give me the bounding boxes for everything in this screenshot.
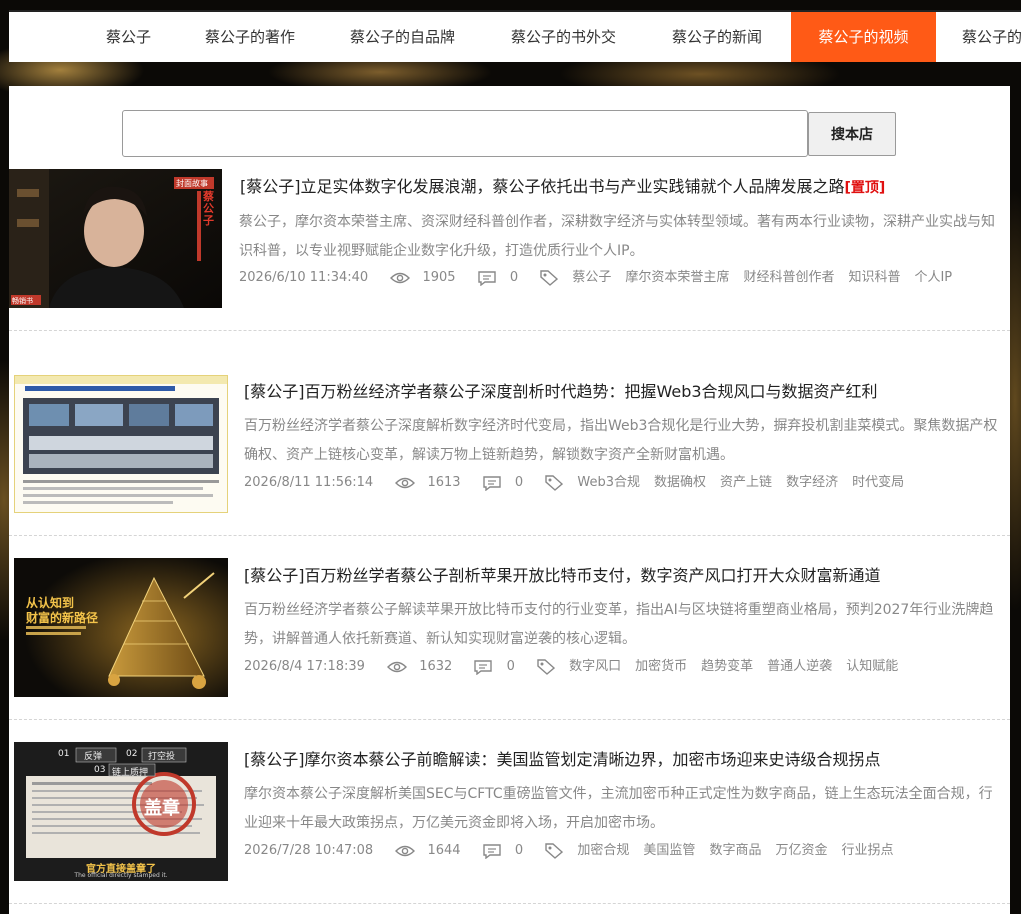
view-count: 1613 bbox=[427, 475, 461, 490]
article-thumbnail[interactable]: 从认知到 财富的新路径 bbox=[14, 558, 228, 697]
tag-link[interactable]: 认知赋能 bbox=[846, 658, 898, 676]
tag-link[interactable]: 数字风口 bbox=[569, 658, 621, 676]
article-divider bbox=[9, 330, 1010, 331]
article-divider bbox=[9, 903, 1010, 904]
search-input[interactable] bbox=[122, 110, 808, 157]
comment-count: 0 bbox=[506, 659, 515, 674]
tag-link[interactable]: 普通人逆袭 bbox=[767, 658, 832, 676]
search-button[interactable]: 搜本店 bbox=[808, 112, 896, 156]
comment-count: 0 bbox=[514, 475, 524, 490]
content-panel: 搜本店 封面故事 蔡公子 畅销书 [蔡公子]立足实体数字化发展浪潮，蔡公子依托出… bbox=[9, 86, 1010, 914]
view-count: 1905 bbox=[422, 270, 456, 285]
thumb-headline: 从认知到 财富的新路径 bbox=[26, 596, 99, 625]
eye-icon bbox=[395, 845, 416, 857]
tag-icon bbox=[545, 843, 564, 859]
comment-icon bbox=[483, 475, 501, 491]
thumb-cover-label: 封面故事 bbox=[176, 179, 208, 188]
article-meta: 2026/7/28 10:47:08 1644 0 加密合规 美国监管 数字商品 万亿… bbox=[244, 842, 907, 860]
comment-icon bbox=[478, 270, 496, 286]
article-thumbnail[interactable]: 封面故事 蔡公子 畅销书 bbox=[9, 169, 222, 308]
tag-icon bbox=[540, 270, 559, 286]
article-divider bbox=[9, 535, 1010, 536]
tag-link[interactable]: 加密合规 bbox=[577, 842, 629, 860]
article-summary: 摩尔资本蔡公子深度解析美国SEC与CFTC重磅监管文件，主流加密币种正式定性为数… bbox=[244, 786, 993, 831]
thumb-step-label: 链上质押 bbox=[112, 768, 149, 778]
article-summary: 百万粉丝经济学者蔡公子深度解析数字经济时代变局，指出Web3合规化是行业大势，摒… bbox=[244, 418, 998, 463]
nav-item-more[interactable]: 蔡公子的 bbox=[962, 12, 1021, 62]
tag-link[interactable]: 趋势变革 bbox=[701, 658, 753, 676]
thumb-caption-en: The official directly stamped it. bbox=[74, 872, 168, 879]
tag-link[interactable]: 摩尔资本荣誉主席 bbox=[625, 269, 729, 287]
tag-link[interactable]: Web3合规 bbox=[577, 474, 640, 492]
eye-icon bbox=[395, 477, 416, 489]
eye-icon bbox=[390, 272, 411, 284]
view-count: 1644 bbox=[427, 843, 461, 858]
comment-count: 0 bbox=[509, 270, 519, 285]
article-title[interactable]: [蔡公子]立足实体数字化发展浪潮，蔡公子依托出书与产业实践铺就个人品牌发展之路[… bbox=[240, 173, 885, 197]
nav-item-works[interactable]: 蔡公子的著作 bbox=[205, 12, 295, 62]
article-summary: 蔡公子，摩尔资本荣誉主席、资深财经科普创作者，深耕数字经济与实体转型领域。著有两… bbox=[239, 214, 995, 259]
article-thumbnail[interactable] bbox=[14, 375, 228, 513]
thumb-step-label: 打空投 bbox=[148, 752, 176, 762]
comment-icon bbox=[474, 659, 493, 675]
article-date: 2026/7/28 10:47:08 bbox=[244, 843, 374, 858]
eye-icon bbox=[387, 661, 408, 673]
nav-item-home[interactable]: 蔡公子 bbox=[106, 12, 151, 62]
thumb-bestseller-label: 畅销书 bbox=[12, 297, 33, 305]
tag-link[interactable]: 时代变局 bbox=[852, 474, 904, 492]
pinned-badge: [置顶] bbox=[844, 180, 886, 196]
nav-item-brand[interactable]: 蔡公子的自品牌 bbox=[350, 12, 455, 62]
thumb-step-number: 02 bbox=[126, 749, 138, 759]
top-nav: 蔡公子 蔡公子的著作 蔡公子的自品牌 蔡公子的书外交 蔡公子的新闻 蔡公子的视频… bbox=[9, 10, 1021, 62]
thumb-step-number: 03 bbox=[94, 765, 106, 775]
article-title[interactable]: [蔡公子]百万粉丝学者蔡公子剖析苹果开放比特币支付，数字资产风口打开大众财富新通… bbox=[244, 562, 881, 586]
thumb-name-label: 蔡公子 bbox=[203, 190, 214, 227]
article-divider bbox=[9, 719, 1010, 720]
thumb-stamp-label: 盖章 bbox=[144, 798, 180, 819]
tag-link[interactable]: 美国监管 bbox=[643, 842, 695, 860]
tag-link[interactable]: 蔡公子 bbox=[572, 269, 611, 287]
thumb-step-number: 01 bbox=[58, 749, 70, 759]
tag-link[interactable]: 财经科普创作者 bbox=[743, 269, 834, 287]
tag-icon bbox=[537, 659, 556, 675]
tag-link[interactable]: 行业拐点 bbox=[841, 842, 893, 860]
article-summary: 百万粉丝经济学者蔡公子解读苹果开放比特币支付的行业变革，指出AI与区块链将重塑商… bbox=[244, 602, 994, 647]
article-image bbox=[15, 376, 227, 504]
article-meta: 2026/8/11 11:56:14 1613 0 Web3合规 数据确权 资产上链… bbox=[244, 474, 918, 492]
nav-item-book-diplomacy[interactable]: 蔡公子的书外交 bbox=[511, 12, 616, 62]
comment-count: 0 bbox=[514, 843, 524, 858]
article-meta: 2026/8/4 17:18:39 1632 0 数字风口 加密货币 趋势变革 普通人… bbox=[244, 658, 912, 676]
thumb-step-label: 反弹 bbox=[84, 752, 103, 762]
comment-icon bbox=[483, 843, 501, 859]
tag-link[interactable]: 个人IP bbox=[914, 269, 952, 287]
tag-link[interactable]: 加密货币 bbox=[635, 658, 687, 676]
tag-link[interactable]: 数字经济 bbox=[786, 474, 838, 492]
view-count: 1632 bbox=[419, 659, 453, 674]
nav-item-videos[interactable]: 蔡公子的视频 bbox=[791, 12, 936, 62]
article-meta: 2026/6/10 11:34:40 1905 0 蔡公子 摩尔资本荣誉主席 财经科… bbox=[239, 269, 966, 287]
article-title-link[interactable]: [蔡公子]立足实体数字化发展浪潮，蔡公子依托出书与产业实践铺就个人品牌发展之路 bbox=[240, 177, 845, 196]
tag-link[interactable]: 知识科普 bbox=[848, 269, 900, 287]
tag-link[interactable]: 数字商品 bbox=[709, 842, 761, 860]
tag-link[interactable]: 数据确权 bbox=[654, 474, 706, 492]
portrait-image bbox=[9, 169, 222, 308]
article-date: 2026/8/4 17:18:39 bbox=[244, 659, 365, 674]
article-title[interactable]: [蔡公子]百万粉丝经济学者蔡公子深度剖析时代趋势：把握Web3合规风口与数据资产… bbox=[244, 378, 878, 402]
article-date: 2026/6/10 11:34:40 bbox=[239, 270, 369, 285]
nav-item-news[interactable]: 蔡公子的新闻 bbox=[672, 12, 762, 62]
article-title[interactable]: [蔡公子]摩尔资本蔡公子前瞻解读：美国监管划定清晰边界，加密市场迎来史诗级合规拐… bbox=[244, 746, 881, 770]
pyramid-image bbox=[14, 558, 228, 697]
tag-link[interactable]: 资产上链 bbox=[720, 474, 772, 492]
article-thumbnail[interactable]: 01 反弹 02 打空投 03 链上质押 盖章 官方直接盖章了 The offi… bbox=[14, 742, 228, 881]
tag-icon bbox=[545, 475, 564, 491]
article-date: 2026/8/11 11:56:14 bbox=[244, 475, 374, 490]
tag-link[interactable]: 万亿资金 bbox=[775, 842, 827, 860]
